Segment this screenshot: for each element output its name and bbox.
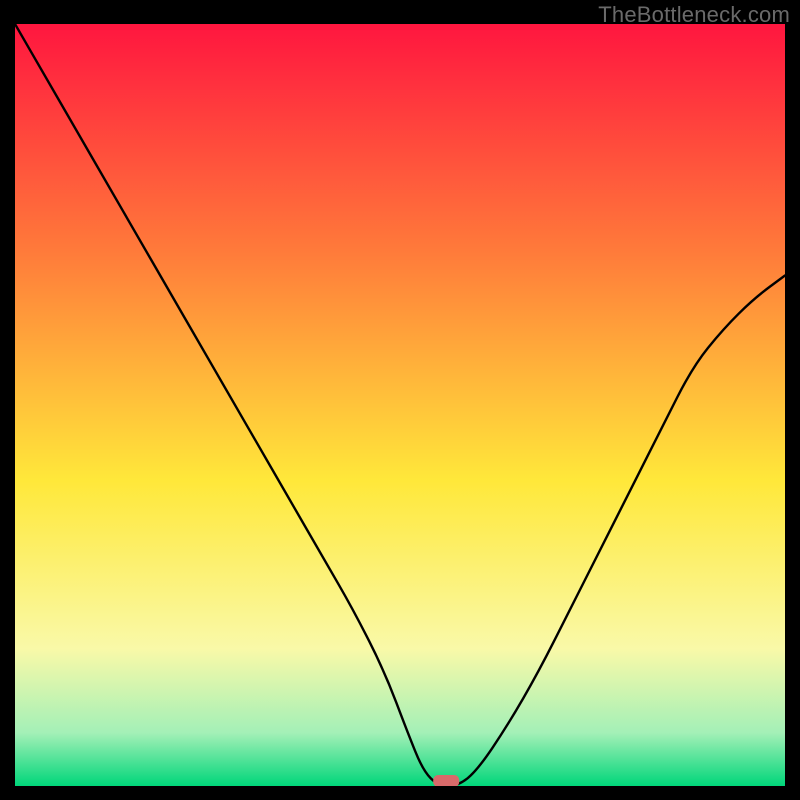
watermark-text: TheBottleneck.com — [598, 2, 790, 28]
bottleneck-chart — [15, 24, 785, 786]
plot-background — [15, 24, 785, 786]
chart-frame: TheBottleneck.com — [0, 0, 800, 800]
optimal-marker — [433, 775, 459, 786]
